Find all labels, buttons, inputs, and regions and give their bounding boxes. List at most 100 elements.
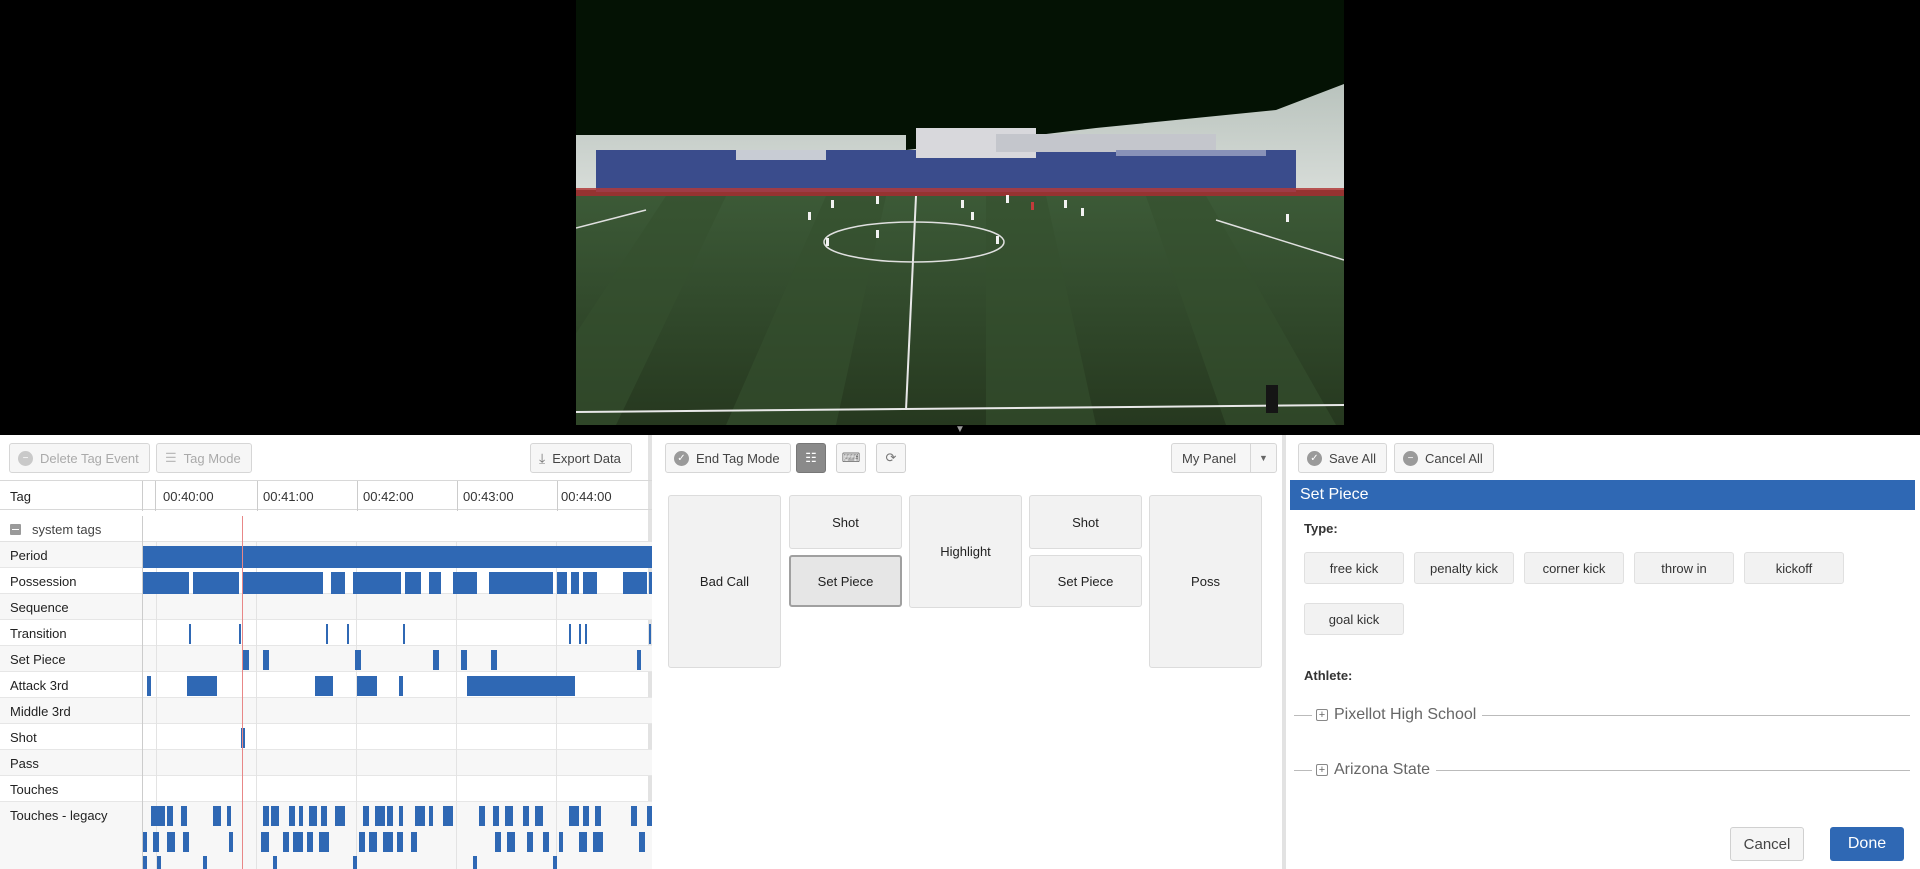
tag-event-bar[interactable] bbox=[213, 806, 221, 826]
tag-event-bar[interactable] bbox=[353, 572, 401, 594]
tag-event-bar[interactable] bbox=[181, 806, 187, 826]
tag-event-bar[interactable] bbox=[157, 856, 161, 869]
tag-event-bar[interactable] bbox=[557, 572, 567, 594]
tag-event-bar[interactable] bbox=[593, 832, 603, 852]
tag-event-bar[interactable] bbox=[143, 572, 189, 594]
tag-event-bar[interactable] bbox=[543, 832, 549, 852]
tag-event-bar[interactable] bbox=[321, 806, 327, 826]
delete-tag-event-button[interactable]: − Delete Tag Event bbox=[9, 443, 150, 473]
tag-event-bar[interactable] bbox=[347, 624, 349, 644]
tag-event-bar[interactable] bbox=[583, 806, 589, 826]
tag-event-bar[interactable] bbox=[399, 676, 403, 696]
tag-event-bar[interactable] bbox=[649, 572, 652, 594]
tag-event-bar[interactable] bbox=[153, 832, 159, 852]
tag-event-bar[interactable] bbox=[467, 676, 575, 696]
timeline-lane[interactable] bbox=[142, 672, 652, 698]
tag-event-bar[interactable] bbox=[143, 546, 652, 568]
tag-event-bar[interactable] bbox=[331, 572, 345, 594]
collapse-video-handle[interactable]: ▼ bbox=[954, 425, 966, 435]
tag-event-bar[interactable] bbox=[649, 624, 651, 644]
tag-event-bar[interactable] bbox=[415, 806, 425, 826]
tag-event-bar[interactable] bbox=[493, 806, 499, 826]
timeline-row[interactable]: Possession bbox=[0, 568, 652, 594]
system-tags-group[interactable]: system tags bbox=[0, 516, 652, 542]
timeline-row[interactable]: Transition bbox=[0, 620, 652, 646]
tag-event-bar[interactable] bbox=[411, 832, 417, 852]
tag-event-bar[interactable] bbox=[273, 856, 277, 869]
tag-event-bar[interactable] bbox=[583, 572, 597, 594]
tag-event-bar[interactable] bbox=[167, 806, 173, 826]
tag-button-shot-2[interactable]: Shot bbox=[1029, 495, 1142, 549]
collapse-icon[interactable] bbox=[10, 524, 21, 535]
tag-button-bad-call[interactable]: Bad Call bbox=[668, 495, 781, 668]
tag-event-bar[interactable] bbox=[569, 624, 571, 644]
tag-event-bar[interactable] bbox=[375, 806, 385, 826]
timeline-lane[interactable] bbox=[142, 776, 652, 802]
tag-event-bar[interactable] bbox=[461, 650, 467, 670]
tag-event-bar[interactable] bbox=[315, 676, 333, 696]
tag-event-bar[interactable] bbox=[151, 806, 165, 826]
chevron-down-icon[interactable]: ▼ bbox=[1250, 444, 1276, 472]
tag-event-bar[interactable] bbox=[229, 832, 233, 852]
tag-event-bar[interactable] bbox=[433, 650, 439, 670]
tag-event-bar[interactable] bbox=[193, 572, 239, 594]
tag-event-bar[interactable] bbox=[355, 650, 361, 670]
tag-event-bar[interactable] bbox=[527, 832, 533, 852]
timeline-lane[interactable] bbox=[142, 750, 652, 776]
tag-event-bar[interactable] bbox=[183, 832, 189, 852]
tag-event-bar[interactable] bbox=[293, 832, 303, 852]
tag-event-bar[interactable] bbox=[167, 832, 175, 852]
type-option-free-kick[interactable]: free kick bbox=[1304, 552, 1404, 584]
tag-event-bar[interactable] bbox=[579, 832, 587, 852]
tag-event-bar[interactable] bbox=[405, 572, 421, 594]
tag-event-bar[interactable] bbox=[369, 832, 377, 852]
tag-event-bar[interactable] bbox=[187, 676, 217, 696]
panel-select[interactable]: My Panel ▼ bbox=[1171, 443, 1277, 473]
keyboard-button[interactable]: ⌨ bbox=[836, 443, 866, 473]
timeline-lane[interactable] bbox=[142, 698, 652, 724]
timeline-lane[interactable] bbox=[142, 594, 652, 620]
tag-event-bar[interactable] bbox=[523, 806, 529, 826]
timeline-lane[interactable] bbox=[142, 646, 652, 672]
tag-event-bar[interactable] bbox=[623, 572, 647, 594]
tag-event-bar[interactable] bbox=[299, 806, 303, 826]
tag-event-bar[interactable] bbox=[473, 856, 477, 869]
tag-event-bar[interactable] bbox=[479, 806, 485, 826]
tag-event-bar[interactable] bbox=[631, 806, 637, 826]
tag-event-bar[interactable] bbox=[143, 832, 147, 852]
tag-event-bar[interactable] bbox=[595, 806, 601, 826]
tag-event-bar[interactable] bbox=[507, 832, 515, 852]
export-data-button[interactable]: ⤓ Export Data bbox=[530, 443, 632, 473]
timeline-lane[interactable] bbox=[142, 620, 652, 646]
tag-event-bar[interactable] bbox=[553, 856, 557, 869]
done-button[interactable]: Done bbox=[1830, 827, 1904, 861]
tag-event-bar[interactable] bbox=[319, 832, 329, 852]
tag-event-bar[interactable] bbox=[243, 572, 323, 594]
video-player[interactable] bbox=[576, 0, 1344, 425]
tag-event-bar[interactable] bbox=[639, 832, 645, 852]
tag-event-bar[interactable] bbox=[429, 806, 433, 826]
timeline-row[interactable]: Attack 3rd bbox=[0, 672, 652, 698]
tag-event-bar[interactable] bbox=[453, 572, 477, 594]
tag-event-bar[interactable] bbox=[335, 806, 345, 826]
tag-event-bar[interactable] bbox=[403, 624, 405, 644]
tag-event-bar[interactable] bbox=[289, 806, 295, 826]
tag-event-bar[interactable] bbox=[239, 624, 241, 644]
tag-event-bar[interactable] bbox=[143, 856, 147, 869]
tag-event-bar[interactable] bbox=[261, 832, 269, 852]
expand-plus-icon[interactable]: + bbox=[1316, 709, 1328, 721]
tag-event-bar[interactable] bbox=[505, 806, 513, 826]
tag-event-bar[interactable] bbox=[571, 572, 579, 594]
tag-event-bar[interactable] bbox=[489, 572, 553, 594]
tag-event-bar[interactable] bbox=[429, 572, 441, 594]
tag-event-bar[interactable] bbox=[495, 832, 501, 852]
tag-event-bar[interactable] bbox=[357, 676, 377, 696]
tag-event-bar[interactable] bbox=[283, 832, 289, 852]
tag-event-bar[interactable] bbox=[263, 806, 269, 826]
tag-event-bar[interactable] bbox=[399, 806, 403, 826]
tag-event-bar[interactable] bbox=[647, 806, 652, 826]
timeline-row[interactable]: Period bbox=[0, 542, 652, 568]
tag-event-bar[interactable] bbox=[363, 806, 369, 826]
type-option-penalty-kick[interactable]: penalty kick bbox=[1414, 552, 1514, 584]
type-option-kickoff[interactable]: kickoff bbox=[1744, 552, 1844, 584]
